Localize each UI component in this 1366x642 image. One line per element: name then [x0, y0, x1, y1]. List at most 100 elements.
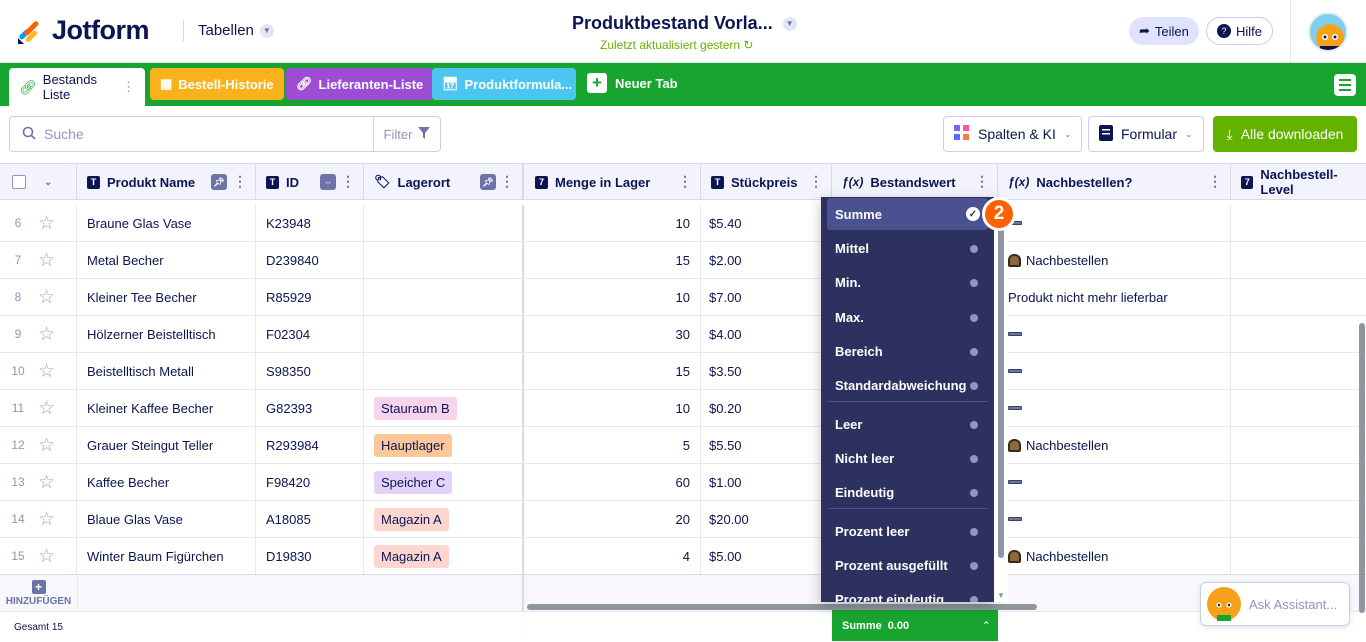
- resize-icon[interactable]: ⇔: [320, 174, 336, 190]
- reorder-cell[interactable]: Produkt nicht mehr lieferbar: [998, 279, 1231, 315]
- column-header-nachbestellen[interactable]: ƒ(x) Nachbestellen? ⋮: [998, 164, 1231, 200]
- dropdown-option[interactable]: Bereich: [827, 335, 988, 367]
- product-name-cell[interactable]: Kleiner Kaffee Becher: [77, 390, 256, 426]
- reorder-cell[interactable]: Nachbestellen: [998, 538, 1231, 574]
- tab-produktformular[interactable]: 📅︎ Produktformula...: [432, 68, 576, 100]
- kebab-icon[interactable]: ⋮: [678, 174, 692, 188]
- kebab-icon[interactable]: ⋮: [975, 174, 989, 188]
- quantity-cell[interactable]: 10: [525, 205, 701, 241]
- reorder-cell[interactable]: [998, 316, 1231, 352]
- help-button[interactable]: ? Hilfe: [1206, 17, 1274, 45]
- table-row[interactable]: 11 ☆ Kleiner Kaffee Becher G82393 Stauraum B…: [0, 390, 1366, 427]
- reorder-level-cell[interactable]: [1231, 538, 1366, 574]
- id-cell[interactable]: F98420: [256, 464, 364, 500]
- reorder-level-cell[interactable]: [1231, 242, 1366, 278]
- column-header-bestandswert[interactable]: ƒ(x) Bestandswert ⋮: [832, 164, 998, 200]
- dropdown-scrollbar[interactable]: [998, 205, 1004, 558]
- price-cell[interactable]: $1.00: [701, 464, 832, 500]
- favorite-star-icon[interactable]: ☆: [30, 501, 77, 537]
- tables-dropdown[interactable]: Tabellen ▼: [198, 22, 274, 39]
- table-row[interactable]: 9 ☆ Hölzerner Beistelltisch F02304 30 $4.00: [0, 316, 1366, 353]
- reorder-level-cell[interactable]: [1231, 279, 1366, 315]
- search-input[interactable]: Suche: [9, 116, 374, 152]
- dropdown-option[interactable]: Prozent eindeutig: [827, 583, 988, 602]
- quantity-cell[interactable]: 10: [525, 279, 701, 315]
- quantity-cell[interactable]: 15: [525, 242, 701, 278]
- favorite-star-icon[interactable]: ☆: [30, 538, 77, 574]
- quantity-cell[interactable]: 10: [525, 390, 701, 426]
- column-header-nachbestell-level[interactable]: 7 Nachbestell-Level: [1231, 164, 1366, 200]
- summary-selector[interactable]: Summe 0.00 ⌃: [832, 610, 998, 641]
- filter-button[interactable]: Filter: [373, 116, 441, 152]
- id-cell[interactable]: G82393: [256, 390, 364, 426]
- id-cell[interactable]: R293984: [256, 427, 364, 463]
- dropdown-option[interactable]: Prozent leer: [827, 515, 988, 547]
- product-name-cell[interactable]: Braune Glas Vase: [77, 205, 256, 241]
- new-tab-button[interactable]: + Neuer Tab: [587, 73, 678, 93]
- quantity-cell[interactable]: 5: [525, 427, 701, 463]
- dropdown-option[interactable]: Prozent ausgefüllt: [827, 549, 988, 581]
- download-all-button[interactable]: ⤓ Alle downloaden: [1213, 116, 1357, 152]
- scroll-down-arrow-icon[interactable]: ▼: [997, 591, 1005, 600]
- id-cell[interactable]: D19830: [256, 538, 364, 574]
- price-cell[interactable]: $5.50: [701, 427, 832, 463]
- location-cell[interactable]: Magazin A: [364, 538, 524, 574]
- reorder-cell[interactable]: [998, 464, 1231, 500]
- price-cell[interactable]: $5.40: [701, 205, 832, 241]
- price-cell[interactable]: $2.00: [701, 242, 832, 278]
- product-name-cell[interactable]: Kaffee Becher: [77, 464, 256, 500]
- favorite-star-icon[interactable]: ☆: [30, 390, 77, 426]
- id-cell[interactable]: K23948: [256, 205, 364, 241]
- reorder-level-cell[interactable]: [1231, 427, 1366, 463]
- quantity-cell[interactable]: 60: [525, 464, 701, 500]
- table-row[interactable]: 14 ☆ Blaue Glas Vase A18085 Magazin A 20 $20.0…: [0, 501, 1366, 538]
- dropdown-option[interactable]: Standardabweichung: [827, 369, 988, 401]
- jotform-logo[interactable]: Jotform: [16, 15, 150, 46]
- quantity-cell[interactable]: 20: [525, 501, 701, 537]
- favorite-star-icon[interactable]: ☆: [30, 316, 77, 352]
- reorder-cell[interactable]: Nachbestellen: [998, 242, 1231, 278]
- location-cell[interactable]: [364, 316, 524, 352]
- column-header-menge-in-lager[interactable]: 7 Menge in Lager ⋮: [525, 164, 701, 200]
- product-name-cell[interactable]: Kleiner Tee Becher: [77, 279, 256, 315]
- table-row[interactable]: 12 ☆ Grauer Steingut Teller R293984 Hauptlag…: [0, 427, 1366, 464]
- hamburger-menu-icon[interactable]: [1334, 74, 1356, 96]
- dropdown-option[interactable]: Eindeutig: [827, 476, 988, 508]
- id-cell[interactable]: A18085: [256, 501, 364, 537]
- product-name-cell[interactable]: Winter Baum Figürchen: [77, 538, 256, 574]
- product-name-cell[interactable]: Metal Becher: [77, 242, 256, 278]
- location-cell[interactable]: [364, 279, 524, 315]
- dropdown-option[interactable]: Mittel: [827, 232, 988, 264]
- kebab-icon[interactable]: ⋮: [500, 174, 514, 188]
- reorder-level-cell[interactable]: [1231, 390, 1366, 426]
- id-cell[interactable]: F02304: [256, 316, 364, 352]
- pin-icon[interactable]: 📌︎: [480, 174, 496, 190]
- table-row[interactable]: 13 ☆ Kaffee Becher F98420 Speicher C 60 $1.00: [0, 464, 1366, 501]
- tab-lieferanten-liste[interactable]: 🔗︎ Lieferanten-Liste: [286, 68, 434, 100]
- refresh-icon[interactable]: ↻: [743, 38, 753, 52]
- location-cell[interactable]: Stauraum B: [364, 390, 524, 426]
- reorder-cell[interactable]: [998, 205, 1231, 241]
- reorder-level-cell[interactable]: [1231, 501, 1366, 537]
- vertical-scrollbar[interactable]: [1359, 323, 1365, 613]
- product-name-cell[interactable]: Beistelltisch Metall: [77, 353, 256, 389]
- columns-ai-button[interactable]: Spalten & KI ⌄: [943, 116, 1083, 152]
- price-cell[interactable]: $4.00: [701, 316, 832, 352]
- product-name-cell[interactable]: Grauer Steingut Teller: [77, 427, 256, 463]
- table-row[interactable]: 8 ☆ Kleiner Tee Becher R85929 10 $7.00 Produkt…: [0, 279, 1366, 316]
- location-cell[interactable]: Magazin A: [364, 501, 524, 537]
- reorder-cell[interactable]: [998, 353, 1231, 389]
- favorite-star-icon[interactable]: ☆: [30, 353, 77, 389]
- reorder-level-cell[interactable]: [1231, 464, 1366, 500]
- share-button[interactable]: ➦ Teilen: [1129, 17, 1199, 45]
- quantity-cell[interactable]: 4: [525, 538, 701, 574]
- reorder-cell[interactable]: Nachbestellen: [998, 427, 1231, 463]
- tab-bestands-liste[interactable]: 🔗︎ Bestands Liste ⋮: [9, 68, 145, 106]
- kebab-icon[interactable]: ⋮: [1208, 174, 1222, 188]
- price-cell[interactable]: $5.00: [701, 538, 832, 574]
- kebab-icon[interactable]: ⋮: [122, 79, 135, 95]
- ask-assistant-button[interactable]: Ask Assistant...: [1200, 582, 1350, 626]
- price-cell[interactable]: $7.00: [701, 279, 832, 315]
- column-header-stueckpreis[interactable]: T Stückpreis ⋮: [701, 164, 832, 200]
- column-header-produkt-name[interactable]: T Produkt Name 📌︎ ⋮: [77, 164, 256, 200]
